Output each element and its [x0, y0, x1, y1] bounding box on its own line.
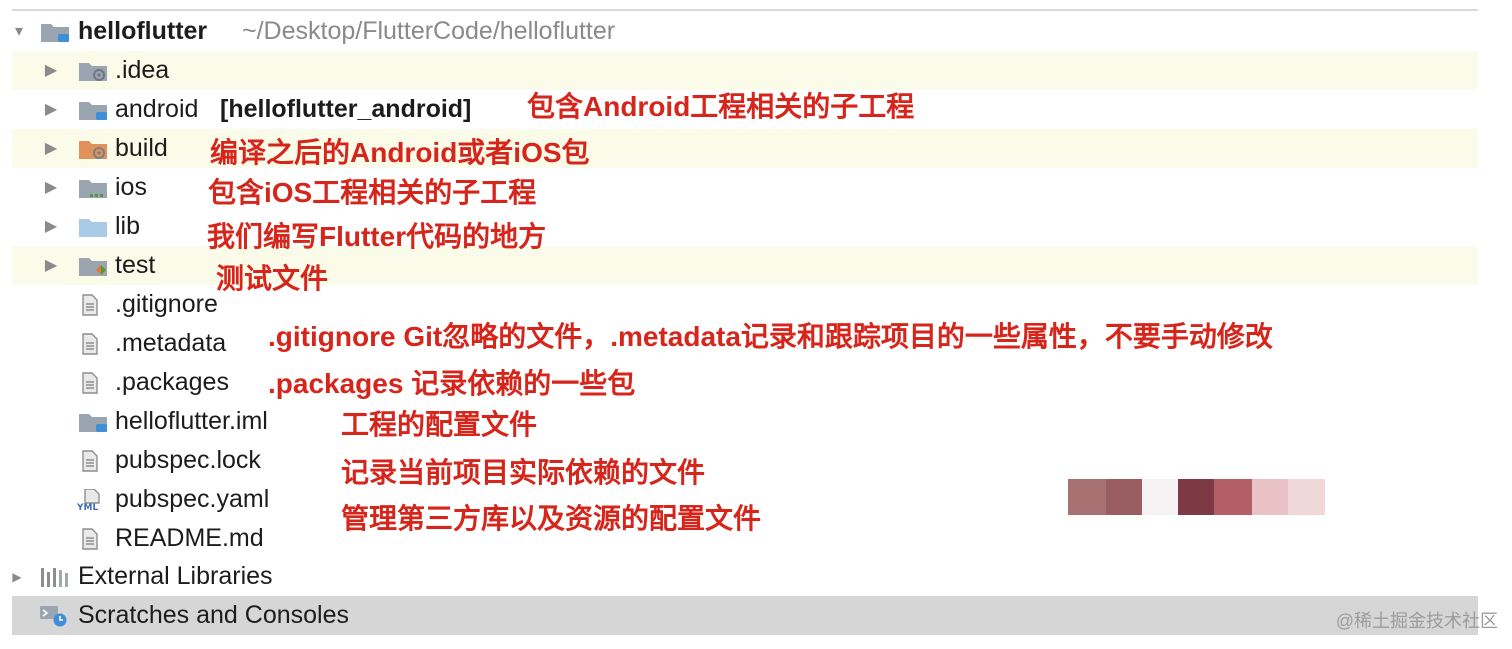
tree-item-label: .gitignore: [115, 290, 218, 318]
project-name: helloflutter: [78, 17, 208, 45]
project-path: ~/Desktop/FlutterCode/helloflutter: [242, 17, 616, 45]
expand-arrow-icon[interactable]: ▶: [44, 180, 58, 196]
tree-item-pubspec-lock[interactable]: pubspec.lock: [12, 441, 1478, 480]
annotation-lib: 我们编写Flutter代码的地方: [207, 221, 547, 252]
expand-arrow-icon[interactable]: ▶: [44, 258, 58, 274]
tree-item-label: .idea: [115, 56, 170, 84]
project-root-row[interactable]: ▾ helloflutter ~/Desktop/FlutterCode/hel…: [12, 12, 1478, 51]
tree-item-label: .metadata: [115, 329, 227, 357]
scratches-row[interactable]: Scratches and Consoles: [12, 596, 1478, 635]
text-file-icon: [82, 528, 98, 550]
annotation-android: 包含Android工程相关的子工程: [527, 91, 915, 122]
tree-item-label: pubspec.lock: [115, 446, 261, 474]
ios-folder-icon: [79, 180, 107, 198]
external-libraries-label: External Libraries: [78, 562, 273, 590]
build-folder-icon: [79, 141, 107, 159]
tree-item-label: ios: [115, 173, 147, 201]
collapse-arrow-icon[interactable]: ▾: [12, 24, 26, 40]
library-icon: [41, 568, 68, 587]
text-file-icon: [82, 450, 98, 472]
annotation-iml: 工程的配置文件: [341, 409, 538, 440]
tree-item-label: lib: [115, 212, 141, 240]
annotation-packages: .packages 记录依赖的一些包: [268, 368, 636, 399]
expand-arrow-icon[interactable]: ▶: [44, 102, 58, 118]
expand-arrow-icon[interactable]: ▶: [44, 63, 58, 79]
tree-item-idea[interactable]: ▶ .idea: [12, 51, 1478, 90]
watermark: @稀土掘金技术社区: [1335, 611, 1498, 631]
source-folder-icon: [79, 219, 107, 237]
text-file-icon: [82, 372, 98, 394]
scratches-label: Scratches and Consoles: [78, 601, 349, 629]
tree-item-iml[interactable]: helloflutter.iml: [12, 402, 1478, 441]
tree-item-label: android: [115, 95, 199, 123]
tree-item-label: pubspec.yaml: [115, 485, 270, 513]
text-file-icon: [82, 333, 98, 355]
module-file-icon: [79, 414, 107, 432]
svg-text:YML: YML: [76, 503, 98, 511]
annotation-test: 测试文件: [216, 263, 329, 294]
panel-top-border: [12, 9, 1478, 11]
expand-arrow-icon[interactable]: ▶: [44, 141, 58, 157]
tree-item-label: test: [115, 251, 156, 279]
external-libraries-row[interactable]: ▶ External Libraries: [12, 557, 1478, 596]
tree-item-label: README.md: [115, 524, 264, 552]
tree-item-packages[interactable]: .packages: [12, 363, 1478, 402]
expand-arrow-icon[interactable]: ▶: [10, 569, 24, 585]
tree-item-label: .packages: [115, 368, 229, 396]
module-name: [helloflutter_android]: [220, 95, 472, 123]
text-file-icon: [82, 294, 98, 316]
annotation-yaml: 管理第三方库以及资源的配置文件: [341, 503, 762, 534]
project-folder-icon: [41, 24, 69, 42]
annotation-gitignore-metadata: .gitignore Git忽略的文件，.metadata记录和跟踪项目的一些属…: [268, 321, 1273, 352]
android-module-folder-icon: [79, 102, 107, 120]
tree-item-label: helloflutter.iml: [115, 407, 268, 435]
idea-folder-icon: [79, 63, 107, 81]
annotation-ios: 包含iOS工程相关的子工程: [208, 177, 537, 208]
yaml-file-icon: YML: [76, 489, 100, 511]
annotation-build: 编译之后的Android或者iOS包: [210, 137, 590, 168]
scratches-icon: [40, 606, 67, 627]
annotation-lock: 记录当前项目实际依赖的文件: [341, 457, 706, 488]
tree-item-label: build: [115, 134, 168, 162]
expand-arrow-icon[interactable]: ▶: [44, 219, 58, 235]
test-folder-icon: [79, 258, 107, 276]
